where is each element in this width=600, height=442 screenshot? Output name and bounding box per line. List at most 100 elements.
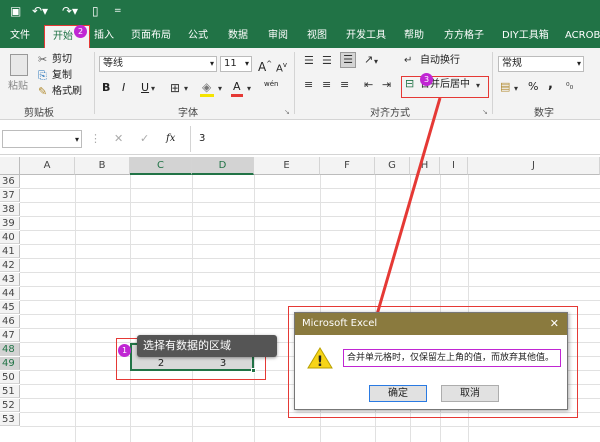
close-icon[interactable]: ✕ (550, 317, 559, 330)
column-header-b[interactable]: B (75, 157, 130, 175)
font-name-value: 等线 (103, 58, 123, 69)
print-preview-icon[interactable]: ▯ (92, 4, 99, 18)
wrap-text-button[interactable]: 自动换行 (420, 54, 460, 68)
copy-button[interactable]: 复制 (52, 69, 72, 83)
format-painter-button[interactable]: 格式刷 (52, 85, 82, 99)
step-badge-3: 3 (420, 73, 433, 86)
row-header-46[interactable]: 46 (0, 315, 20, 328)
increase-indent-icon[interactable]: ⇥ (382, 78, 391, 92)
fill-color-icon[interactable]: ◈ (202, 80, 211, 94)
row-header-52[interactable]: 52 (0, 399, 20, 412)
customize-icon[interactable]: = (114, 4, 122, 18)
column-header-c[interactable]: C (130, 157, 192, 175)
alignment-group-label: 对齐方式 (370, 108, 410, 119)
bold-button[interactable]: B (102, 81, 110, 95)
tab-data[interactable]: 数据 (228, 24, 248, 48)
column-header-i[interactable]: I (440, 157, 468, 175)
cancel-icon[interactable]: ✕ (114, 132, 123, 146)
font-size-select[interactable]: 11 ▾ (220, 56, 252, 72)
row-header-48[interactable]: 48 (0, 343, 20, 356)
grid-line (20, 286, 600, 287)
tab-diy-toolbox[interactable]: DIY工具箱 (502, 24, 549, 48)
clipboard-group-label: 剪贴板 (24, 108, 54, 119)
save-icon[interactable]: ▣ (10, 4, 21, 18)
align-top-icon[interactable]: ☰ (304, 54, 314, 68)
row-header-40[interactable]: 40 (0, 231, 20, 244)
column-header-h[interactable]: H (410, 157, 440, 175)
italic-button[interactable]: I (122, 81, 125, 95)
undo-icon[interactable]: ↶▾ (32, 4, 48, 18)
cut-button[interactable]: 剪切 (52, 53, 72, 67)
number-format-value: 常规 (502, 58, 522, 69)
underline-button[interactable]: U (141, 81, 149, 95)
row-header-41[interactable]: 41 (0, 245, 20, 258)
tab-developer[interactable]: 开发工具 (346, 24, 386, 48)
column-header-a[interactable]: A (20, 157, 75, 175)
row-header-42[interactable]: 42 (0, 259, 20, 272)
align-bottom-icon[interactable]: ☰ (340, 52, 356, 68)
tab-view[interactable]: 视图 (307, 24, 327, 48)
row-header-47[interactable]: 47 (0, 329, 20, 342)
decrease-indent-icon[interactable]: ⇤ (364, 78, 373, 92)
row-header-43[interactable]: 43 (0, 273, 20, 286)
row-header-36[interactable]: 36 (0, 175, 20, 188)
grid-line (20, 244, 600, 245)
paste-icon[interactable] (10, 54, 28, 76)
row-header-51[interactable]: 51 (0, 385, 20, 398)
column-header-f[interactable]: F (320, 157, 375, 175)
phonetic-guide-button[interactable]: wén (264, 80, 278, 88)
row-header-39[interactable]: 39 (0, 217, 20, 230)
align-center-icon[interactable]: ≡ (322, 78, 331, 92)
row-header-38[interactable]: 38 (0, 203, 20, 216)
cancel-button[interactable]: 取消 (441, 385, 499, 402)
phonetic-glyph: wén (264, 80, 279, 88)
row-header-44[interactable]: 44 (0, 287, 20, 300)
align-left-icon[interactable]: ≡ (304, 78, 313, 92)
select-all-corner[interactable] (0, 157, 20, 175)
row-header-45[interactable]: 45 (0, 301, 20, 314)
comma-button[interactable]: , (548, 78, 553, 92)
chevron-down-icon: ▾ (151, 84, 156, 93)
tab-acrobat[interactable]: ACROBA (565, 24, 600, 48)
row-header-53[interactable]: 53 (0, 413, 20, 426)
align-middle-icon[interactable]: ☰ (322, 54, 332, 68)
row-header-49[interactable]: 49 (0, 357, 20, 370)
callout-select-range: 选择有数据的区域 (137, 335, 277, 357)
redo-icon[interactable]: ↷▾ (62, 4, 78, 18)
tab-formulas[interactable]: 公式 (188, 24, 208, 48)
formula-input[interactable]: 3 (190, 126, 600, 152)
borders-icon[interactable]: ⊞ (170, 81, 180, 95)
insert-function-button[interactable]: fx (166, 132, 175, 146)
shrink-font-button[interactable]: Av (276, 58, 287, 76)
dialog-launcher-icon[interactable]: ↘ (482, 105, 488, 119)
row-header-37[interactable]: 37 (0, 189, 20, 202)
tab-fangfang[interactable]: 方方格子 (444, 24, 484, 48)
column-header-j[interactable]: J (468, 157, 600, 175)
column-header-e[interactable]: E (254, 157, 320, 175)
paste-button[interactable]: 粘贴 (8, 80, 28, 94)
number-format-select[interactable]: 常规 ▾ (498, 56, 584, 72)
tab-review[interactable]: 审阅 (268, 24, 288, 48)
ok-button[interactable]: 确定 (369, 385, 427, 402)
row-header-50[interactable]: 50 (0, 371, 20, 384)
font-group-label: 字体 (178, 108, 198, 119)
align-right-icon[interactable]: ≡ (340, 78, 349, 92)
grid-line (20, 426, 600, 427)
dialog-launcher-icon[interactable]: ↘ (284, 105, 290, 119)
tab-insert[interactable]: 插入 (94, 24, 114, 48)
column-header-d[interactable]: D (192, 157, 254, 175)
font-name-select[interactable]: 等线 ▾ (99, 56, 217, 72)
confirm-icon[interactable]: ✓ (140, 132, 149, 146)
grow-font-button[interactable]: A^ (258, 57, 272, 74)
chevron-down-icon: ▾ (184, 84, 189, 93)
tab-file[interactable]: 文件 (10, 24, 30, 48)
font-color-button[interactable]: A (233, 80, 241, 94)
currency-icon[interactable]: ▤ (500, 80, 510, 94)
increase-decimal-icon[interactable]: ⁰₀ (566, 80, 573, 94)
column-header-g[interactable]: G (375, 157, 410, 175)
orientation-icon[interactable]: ↗ (364, 53, 373, 67)
name-box[interactable]: ▾ (2, 130, 82, 148)
percent-button[interactable]: % (528, 80, 538, 94)
tab-help[interactable]: 帮助 (404, 24, 424, 48)
tab-page-layout[interactable]: 页面布局 (131, 24, 171, 48)
